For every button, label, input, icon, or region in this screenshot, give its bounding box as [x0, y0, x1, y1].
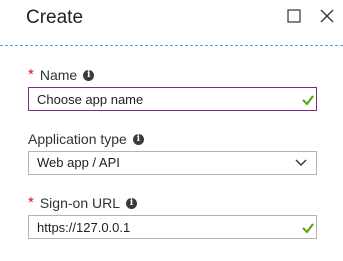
close-icon [320, 9, 334, 23]
check-icon [302, 95, 314, 106]
header-divider [0, 45, 343, 46]
name-input[interactable] [28, 87, 317, 111]
close-button[interactable] [316, 5, 338, 27]
blade-header: Create [0, 0, 343, 44]
sign-on-url-label-row: * Sign-on URL i [28, 194, 137, 212]
required-asterisk: * [28, 194, 34, 211]
sign-on-url-label: Sign-on URL [39, 195, 120, 211]
application-type-value: Web app / API [37, 155, 120, 170]
blade-title: Create [26, 7, 84, 28]
sign-on-url-input[interactable] [28, 215, 317, 239]
required-asterisk: * [28, 66, 34, 83]
square-icon [287, 9, 301, 23]
name-label: Name [39, 67, 78, 83]
check-icon [302, 223, 314, 234]
info-icon[interactable]: i [83, 69, 95, 81]
chevron-down-icon [295, 159, 307, 166]
application-type-label-row: Application type i [28, 130, 144, 148]
info-icon[interactable]: i [132, 133, 144, 145]
maximize-button[interactable] [283, 5, 305, 27]
application-type-select[interactable]: Web app / API [28, 151, 317, 175]
application-type-label: Application type [28, 131, 127, 147]
name-label-row: * Name i [28, 66, 95, 84]
info-icon[interactable]: i [126, 197, 137, 209]
